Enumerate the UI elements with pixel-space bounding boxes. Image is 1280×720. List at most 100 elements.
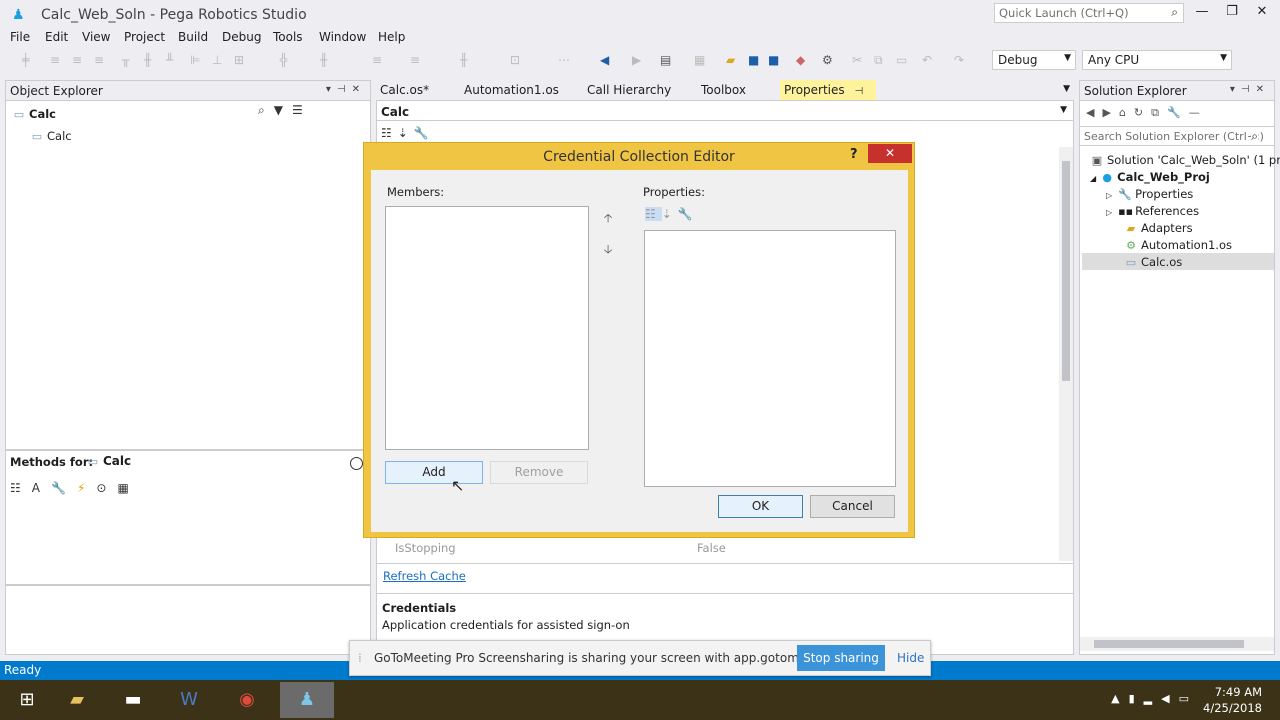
sort-alphabetical-icon[interactable]: ⇣ <box>398 126 414 140</box>
scrollbar-thumb[interactable] <box>1062 161 1070 381</box>
add-item-icon[interactable]: ▦ <box>694 53 705 67</box>
volume-icon[interactable]: ◀ <box>1161 692 1178 705</box>
show-hidden-icons-icon[interactable]: ▲ <box>1111 692 1128 705</box>
home-icon[interactable]: ⌂ <box>1119 106 1134 119</box>
expanded-arrow-icon[interactable]: ◢ <box>1090 174 1096 183</box>
tree-item-properties[interactable]: ▷ 🔧 Properties <box>1106 187 1193 201</box>
history-icon[interactable]: ↻ <box>1134 106 1151 119</box>
menu-build[interactable]: Build <box>178 30 208 44</box>
refresh-cache-link[interactable]: Refresh Cache <box>383 569 466 583</box>
tab-properties[interactable]: Properties ⊣ ✕ <box>780 80 876 111</box>
pin-icon[interactable]: ⊣ <box>854 86 863 97</box>
clock[interactable]: 7:49 AM 4/25/2018 <box>1203 684 1262 716</box>
solution-search-input[interactable]: Search Solution Explorer (Ctrl+;) ⌕ <box>1080 126 1274 146</box>
tab-toolbox[interactable]: Toolbox <box>697 80 750 100</box>
paste-icon[interactable]: ▭ <box>896 53 907 67</box>
vspacing-icon[interactable]: ╬ <box>280 53 287 67</box>
collapsed-arrow-icon[interactable]: ▷ <box>1106 191 1112 200</box>
hide-link[interactable]: Hide <box>897 651 924 665</box>
filter-icon[interactable]: ▼ <box>274 103 292 117</box>
send-back-icon[interactable]: ⊡ <box>510 53 520 67</box>
property-grid[interactable] <box>644 230 896 487</box>
open-file-icon[interactable]: ▰ <box>726 53 735 67</box>
horizontal-scrollbar[interactable] <box>1080 637 1274 651</box>
properties-icon[interactable]: 🔧 <box>1167 106 1189 119</box>
undo-icon[interactable]: ↶ <box>922 53 932 67</box>
stop-sharing-button[interactable]: Stop sharing <box>797 645 885 671</box>
project-node[interactable]: ◢ ● Calc_Web_Proj <box>1090 170 1210 184</box>
menu-window[interactable]: Window <box>319 30 366 44</box>
help-button[interactable]: ? <box>850 147 858 162</box>
battery-icon[interactable]: ▮ <box>1129 692 1144 705</box>
align-right-icon[interactable]: ≡ <box>72 53 82 67</box>
make-same-width-icon[interactable]: ╨ <box>166 53 173 67</box>
property-pages-icon[interactable]: 🔧 <box>414 126 435 140</box>
message-icon[interactable]: ▭ <box>1179 692 1198 705</box>
save-all-icon[interactable]: ■ <box>768 53 779 67</box>
make-same-height-icon[interactable]: ⊫ <box>190 53 200 67</box>
forward-icon[interactable]: ▶ <box>1102 106 1118 119</box>
cancel-button[interactable]: Cancel <box>810 495 895 518</box>
tree-item-adapters[interactable]: ▰ Adapters <box>1124 221 1193 235</box>
minimize-button[interactable]: — <box>1190 4 1214 24</box>
events-icon[interactable]: ⚡ <box>77 481 96 495</box>
collapse-icon[interactable]: ⧉ <box>1151 106 1167 119</box>
more-icon[interactable]: — <box>1189 106 1208 119</box>
properties-icon[interactable]: 🔧 <box>51 481 77 495</box>
tree-item-automation1[interactable]: ⚙ Automation1.os <box>1124 238 1232 252</box>
center-h-icon[interactable]: ≡ <box>372 53 382 67</box>
maximize-button[interactable]: ❐ <box>1220 4 1244 24</box>
alphabetical-icon[interactable]: A <box>32 481 51 495</box>
members-icon[interactable]: ▦ <box>117 481 139 495</box>
chevron-down-icon[interactable]: ▼ <box>1063 84 1070 94</box>
categorized-icon[interactable]: ☷ <box>10 481 32 495</box>
tree-item-calc-os[interactable]: ▭ Calc.os <box>1124 255 1182 269</box>
start-windows-icon[interactable]: ⊞ <box>0 682 54 718</box>
ok-button[interactable]: OK <box>718 495 803 518</box>
solution-platform-select[interactable]: Any CPU ▼ <box>1082 50 1232 70</box>
object-selector[interactable]: Calc ▼ <box>377 101 1073 121</box>
redo-icon[interactable]: ↷ <box>954 53 964 67</box>
spacing-increase-icon[interactable]: ╫ <box>320 53 327 67</box>
search-icon[interactable]: ⌕ <box>258 103 274 117</box>
menu-edit[interactable]: Edit <box>45 30 68 44</box>
remove-button[interactable]: Remove <box>490 461 588 484</box>
align-center-icon[interactable]: ≡ <box>50 53 60 67</box>
bring-front-icon[interactable]: ╫ <box>460 53 467 67</box>
align-middle-icon[interactable]: ╥ <box>122 53 129 67</box>
members-list[interactable] <box>385 206 589 450</box>
panel-options-icon[interactable]: ▾⊣✕ <box>1230 84 1270 95</box>
new-project-icon[interactable]: ▤ <box>660 53 671 67</box>
quick-launch-input[interactable]: Quick Launch (Ctrl+Q) ⌕ <box>994 3 1184 23</box>
tree-item-references[interactable]: ▷ ▪▪ References <box>1106 204 1199 218</box>
align-bottom-icon[interactable]: ╫ <box>144 53 151 67</box>
add-button[interactable]: Add <box>385 461 483 484</box>
panel-options-icon[interactable]: ▾⊣✕ <box>326 84 366 95</box>
object-explorer-child[interactable]: ▭ Calc <box>30 129 72 143</box>
save-icon[interactable]: ■ <box>748 53 759 67</box>
menu-tools[interactable]: Tools <box>273 30 303 44</box>
center-v-icon[interactable]: ≡ <box>410 53 420 67</box>
methods-icon[interactable]: ⊙ <box>96 481 117 495</box>
cut-icon[interactable]: ✂ <box>852 53 862 67</box>
menu-help[interactable]: Help <box>378 30 405 44</box>
close-button[interactable]: ✕ <box>1250 4 1274 24</box>
align-top-icon[interactable]: ≡ <box>94 53 104 67</box>
network-icon[interactable]: ▂ <box>1144 692 1161 705</box>
settings-icon[interactable]: ⚙ <box>822 53 833 67</box>
align-left-icon[interactable]: ╪ <box>22 53 29 67</box>
tab-order-icon[interactable]: ⋯ <box>558 53 570 67</box>
categorized-icon[interactable]: ☷ <box>381 126 398 140</box>
chrome-icon[interactable]: ◉ <box>220 682 274 718</box>
menu-file[interactable]: File <box>10 30 30 44</box>
clock-icon[interactable] <box>350 457 363 470</box>
make-same-size-icon[interactable]: ⊥ <box>212 53 222 67</box>
property-pages-icon[interactable]: 🔧 <box>678 207 699 221</box>
menu-view[interactable]: View <box>82 30 110 44</box>
tab-calc-os[interactable]: Calc.os* <box>376 80 433 100</box>
options-icon[interactable]: ☰ <box>292 103 312 117</box>
collapsed-arrow-icon[interactable]: ▷ <box>1106 208 1112 217</box>
back-icon[interactable]: ◀ <box>1086 106 1102 119</box>
pega-robotics-taskbar-icon[interactable]: ♟ <box>280 682 334 718</box>
menu-project[interactable]: Project <box>124 30 165 44</box>
